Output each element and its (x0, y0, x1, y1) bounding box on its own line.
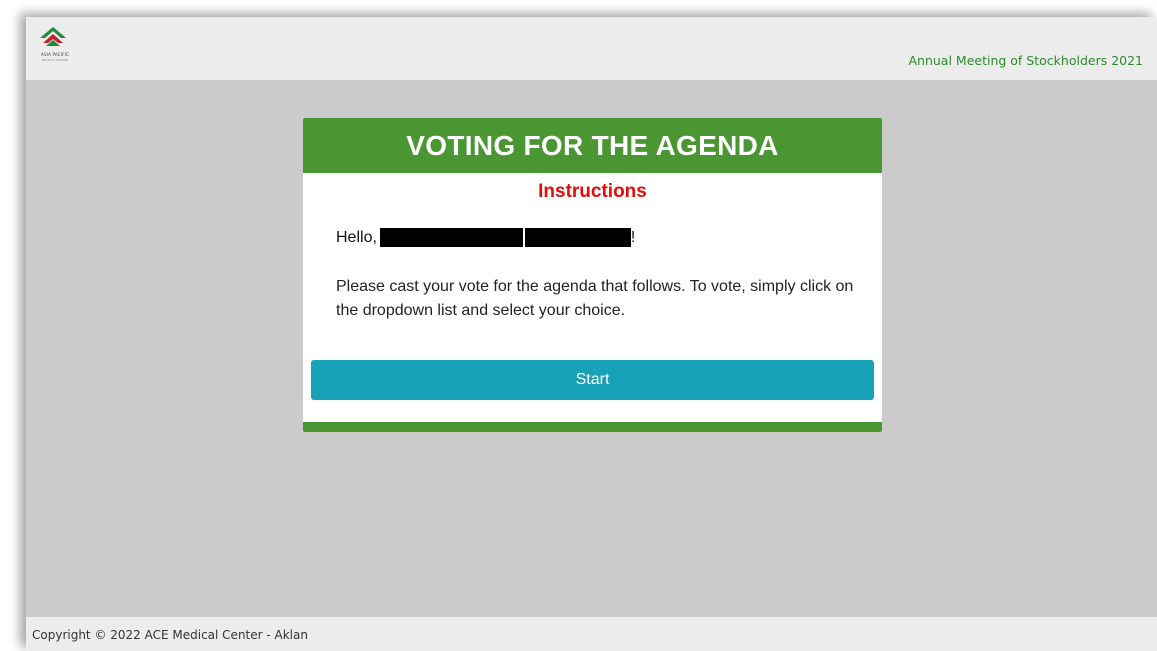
logo-subtitle: MEDICAL CENTER (41, 58, 69, 62)
logo-text: ASIA PACIFIC (41, 52, 69, 57)
greeting: Hello, ! (336, 228, 635, 247)
card-header: VOTING FOR THE AGENDA (303, 118, 882, 173)
voting-card: VOTING FOR THE AGENDA Instructions Hello… (303, 118, 882, 432)
copyright-text: Copyright © 2022 ACE Medical Center - Ak… (32, 628, 308, 642)
logo-icon (40, 27, 66, 46)
greeting-suffix: ! (630, 228, 636, 246)
meeting-title: Annual Meeting of Stockholders 2021 (908, 53, 1143, 68)
start-button[interactable]: Start (311, 360, 874, 400)
instructions-message: Please cast your vote for the agenda tha… (336, 278, 854, 319)
card-title: VOTING FOR THE AGENDA (406, 129, 779, 161)
app-window: ASIA PACIFIC MEDICAL CENTER Annual Meeti… (26, 17, 1157, 651)
greeting-prefix: Hello, (336, 228, 377, 246)
page-footer: Copyright © 2022 ACE Medical Center - Ak… (26, 617, 1157, 651)
card-footer-bar (303, 422, 882, 432)
redacted-name-block (379, 228, 523, 247)
top-navbar: ASIA PACIFIC MEDICAL CENTER Annual Meeti… (26, 17, 1157, 80)
instructions-heading: Instructions (538, 181, 647, 202)
brand-logo[interactable]: ASIA PACIFIC MEDICAL CENTER (30, 25, 76, 69)
redacted-name-block (524, 228, 631, 247)
